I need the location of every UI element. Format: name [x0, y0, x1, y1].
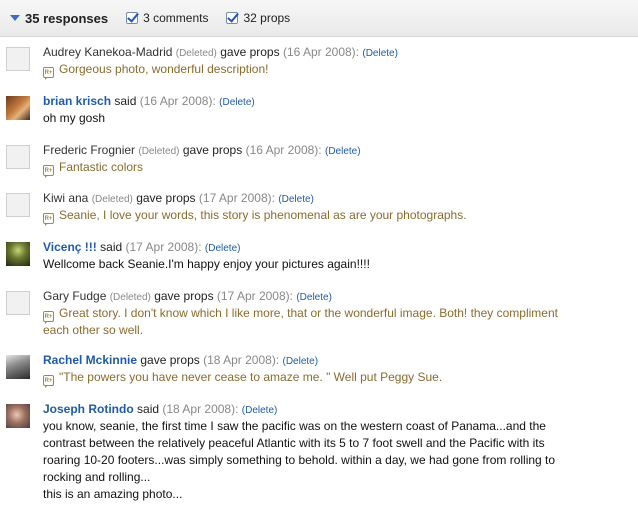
comment-line: this is an amazing photo... [43, 487, 183, 501]
response-header: brian krisch said (16 Apr 2008): (Delete… [43, 94, 255, 108]
response-date: (17 Apr 2008): [216, 289, 293, 303]
response-date: (18 Apr 2008): [162, 402, 239, 416]
responses-toggle[interactable]: 35 responses [10, 11, 108, 26]
action-text: said [137, 402, 160, 416]
response-date: (17 Apr 2008): [125, 240, 202, 254]
deleted-badge: (Deleted) [138, 146, 180, 157]
action-text: gave props [220, 45, 280, 59]
author-name[interactable]: Vicenç !!! [43, 240, 97, 254]
props-icon: R+ [43, 213, 54, 226]
delete-link[interactable]: (Delete) [283, 356, 319, 367]
action-text: gave props [182, 143, 243, 157]
props-icon: R+ [43, 67, 54, 80]
responses-count[interactable]: 35 responses [25, 11, 108, 26]
responses-header: 35 responses 3 comments 32 props [0, 0, 638, 37]
response-date: (18 Apr 2008): [203, 353, 280, 367]
action-text: gave props [136, 191, 196, 205]
response-header: Gary Fudge (Deleted) gave props (17 Apr … [43, 289, 332, 303]
delete-link[interactable]: (Delete) [296, 292, 332, 303]
avatar[interactable] [6, 355, 30, 379]
avatar[interactable] [6, 242, 30, 266]
deleted-badge: (Deleted) [175, 48, 217, 59]
props-message: Seanie, I love your words, this story is… [59, 208, 467, 222]
response-header: Kiwi ana (Deleted) gave props (17 Apr 20… [43, 191, 314, 205]
author-name: Audrey Kanekoa-Madrid [43, 45, 173, 59]
action-text: said [114, 94, 137, 108]
avatar-placeholder[interactable] [6, 47, 30, 71]
delete-link[interactable]: (Delete) [219, 97, 255, 108]
response-date: (16 Apr 2008): [245, 143, 322, 157]
comments-checkbox[interactable] [126, 12, 139, 24]
author-name[interactable]: Rachel Mckinnie [43, 353, 137, 367]
comments-filter-label[interactable]: 3 comments [143, 11, 208, 25]
comment-line: rocking and rolling... [43, 470, 151, 484]
props-message: Fantastic colors [59, 160, 144, 174]
delete-link[interactable]: (Delete) [205, 243, 241, 254]
delete-link[interactable]: (Delete) [325, 146, 361, 157]
props-checkbox[interactable] [226, 12, 239, 24]
author-name: Frederic Frognier [43, 143, 136, 157]
response-header: Joseph Rotindo said (18 Apr 2008): (Dele… [43, 402, 277, 416]
props-text: R+ Gorgeous photo, wonderful description! [43, 61, 269, 80]
props-message-line: each other so well. [43, 323, 144, 337]
response-header: Rachel Mckinnie gave props (18 Apr 2008)… [43, 353, 318, 367]
props-text: R+ Fantastic colors [43, 159, 144, 178]
comment-line: roaring 10-20 footers...was simply somet… [43, 453, 556, 467]
props-icon: R+ [43, 165, 54, 178]
props-text: R+ Seanie, I love your words, this story … [43, 207, 467, 226]
props-message: Great story. I don't know which I like m… [59, 306, 558, 320]
delete-link[interactable]: (Delete) [362, 48, 398, 59]
delete-link[interactable]: (Delete) [278, 194, 314, 205]
avatar-placeholder[interactable] [6, 145, 30, 169]
comment-text: you know, seanie, the first time I saw t… [43, 418, 555, 503]
props-filter-label[interactable]: 32 props [243, 11, 290, 25]
props-message: Gorgeous photo, wonderful description! [59, 62, 269, 76]
props-message-line: R+ Great story. I don't know which I like… [43, 305, 558, 324]
comments-filter[interactable]: 3 comments [126, 11, 208, 25]
props-message: "The powers you have never cease to amaz… [59, 370, 443, 384]
avatar[interactable] [6, 404, 30, 428]
response-header: Audrey Kanekoa-Madrid (Deleted) gave pro… [43, 45, 398, 59]
action-text: gave props [140, 353, 200, 367]
deleted-badge: (Deleted) [91, 194, 133, 205]
response-date: (17 Apr 2008): [198, 191, 275, 205]
response-date: (16 Apr 2008): [282, 45, 360, 59]
avatar-placeholder[interactable] [6, 291, 30, 315]
props-icon: R+ [43, 375, 54, 388]
author-name: Gary Fudge [43, 289, 107, 303]
response-date: (16 Apr 2008): [139, 94, 216, 108]
comment-text: oh my gosh [43, 111, 106, 125]
props-icon: R+ [43, 311, 54, 324]
response-header: Vicenç !!! said (17 Apr 2008): (Delete) [43, 240, 240, 254]
comment-text: Wellcome back Seanie.I'm happy enjoy you… [43, 257, 370, 271]
props-text: R+ Great story. I don't know which I like… [43, 305, 558, 339]
avatar-placeholder[interactable] [6, 193, 30, 217]
action-text: gave props [154, 289, 214, 303]
props-filter[interactable]: 32 props [226, 11, 290, 25]
author-name[interactable]: Joseph Rotindo [43, 402, 134, 416]
delete-link[interactable]: (Delete) [242, 405, 278, 416]
collapse-triangle-icon[interactable] [10, 15, 20, 21]
comment-line: contrast between the relatively peaceful… [43, 436, 545, 450]
response-header: Frederic Frognier (Deleted) gave props (… [43, 143, 361, 157]
props-text: R+ "The powers you have never cease to am… [43, 369, 443, 388]
deleted-badge: (Deleted) [109, 292, 151, 303]
action-text: said [100, 240, 123, 254]
comment-line: you know, seanie, the first time I saw t… [43, 419, 546, 433]
avatar[interactable] [6, 96, 30, 120]
author-name[interactable]: brian krisch [43, 94, 111, 108]
author-name: Kiwi ana [43, 191, 89, 205]
